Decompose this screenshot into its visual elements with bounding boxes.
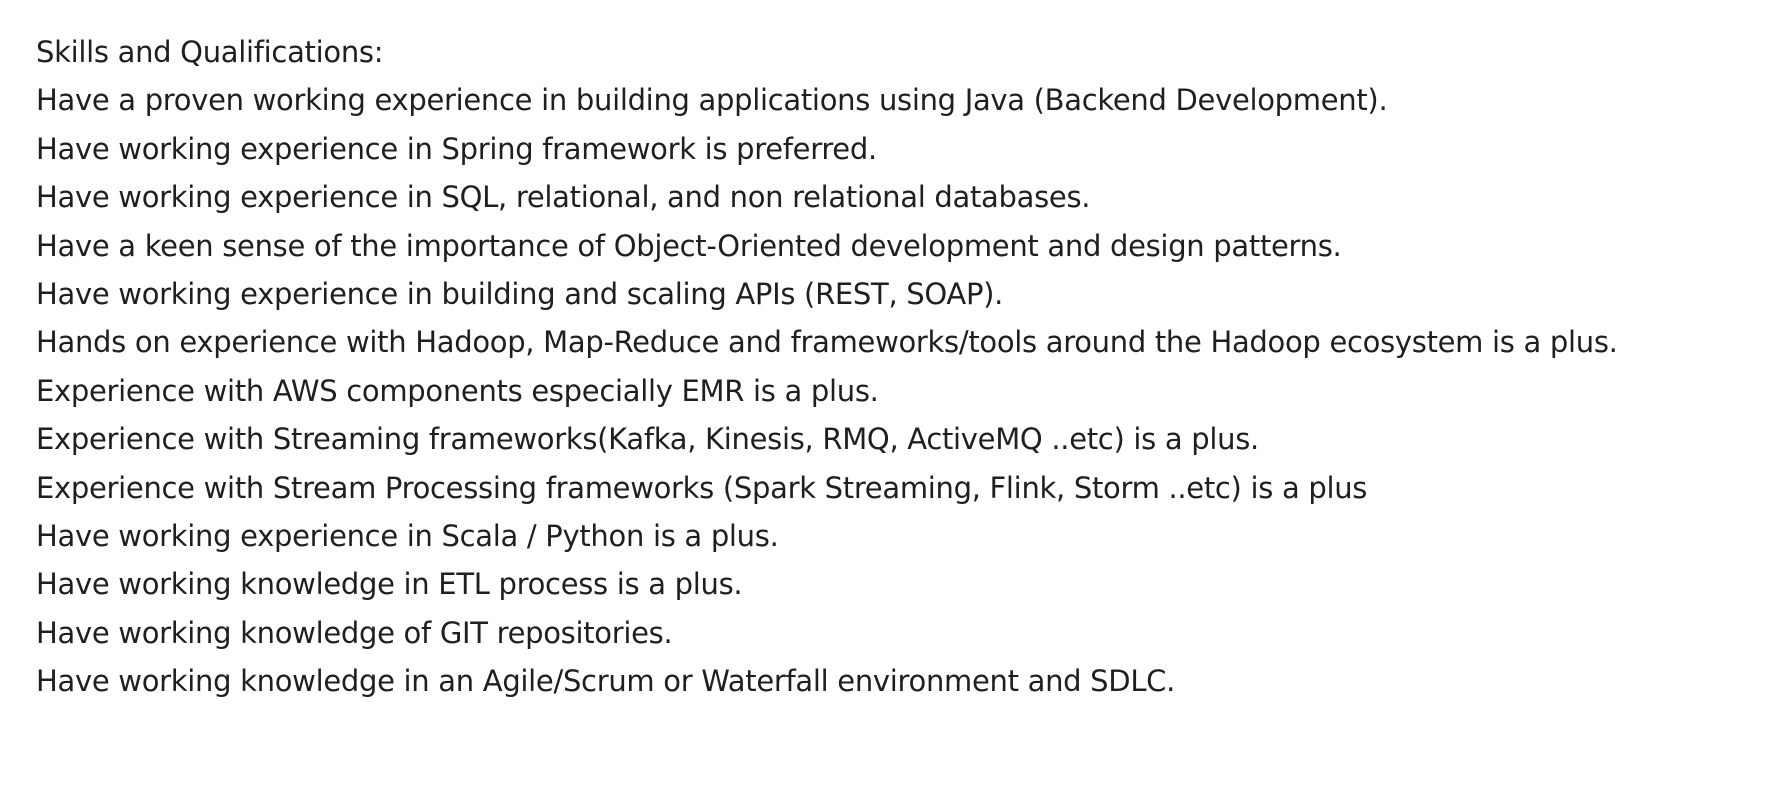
qualification-item-sql: Have working experience in SQL, relation… xyxy=(36,180,1091,215)
qualification-item-aws: Experience with AWS components especiall… xyxy=(36,373,879,408)
qualification-item-apis: Have working experience in building and … xyxy=(36,277,1004,312)
qualification-item-etl: Have working knowledge in ETL process is… xyxy=(36,567,743,602)
skills-section: Skills and Qualifications: Have a proven… xyxy=(36,28,1646,706)
qualification-item-scala-python: Have working experience in Scala / Pytho… xyxy=(36,519,779,554)
qualification-item-stream-processing: Experience with Stream Processing framew… xyxy=(36,470,1368,505)
qualification-item-agile: Have working knowledge in an Agile/Scrum… xyxy=(36,664,1176,699)
section-heading: Skills and Qualifications: xyxy=(36,35,384,69)
qualification-item-git: Have working knowledge of GIT repositori… xyxy=(36,615,673,650)
qualification-item-streaming: Experience with Streaming frameworks(Kaf… xyxy=(36,422,1259,457)
qualification-item-hadoop: Hands on experience with Hadoop, Map-Red… xyxy=(36,325,1618,360)
qualification-item-oop: Have a keen sense of the importance of O… xyxy=(36,228,1342,263)
qualification-item-java: Have a proven working experience in buil… xyxy=(36,83,1388,118)
qualification-item-spring: Have working experience in Spring framew… xyxy=(36,131,877,166)
